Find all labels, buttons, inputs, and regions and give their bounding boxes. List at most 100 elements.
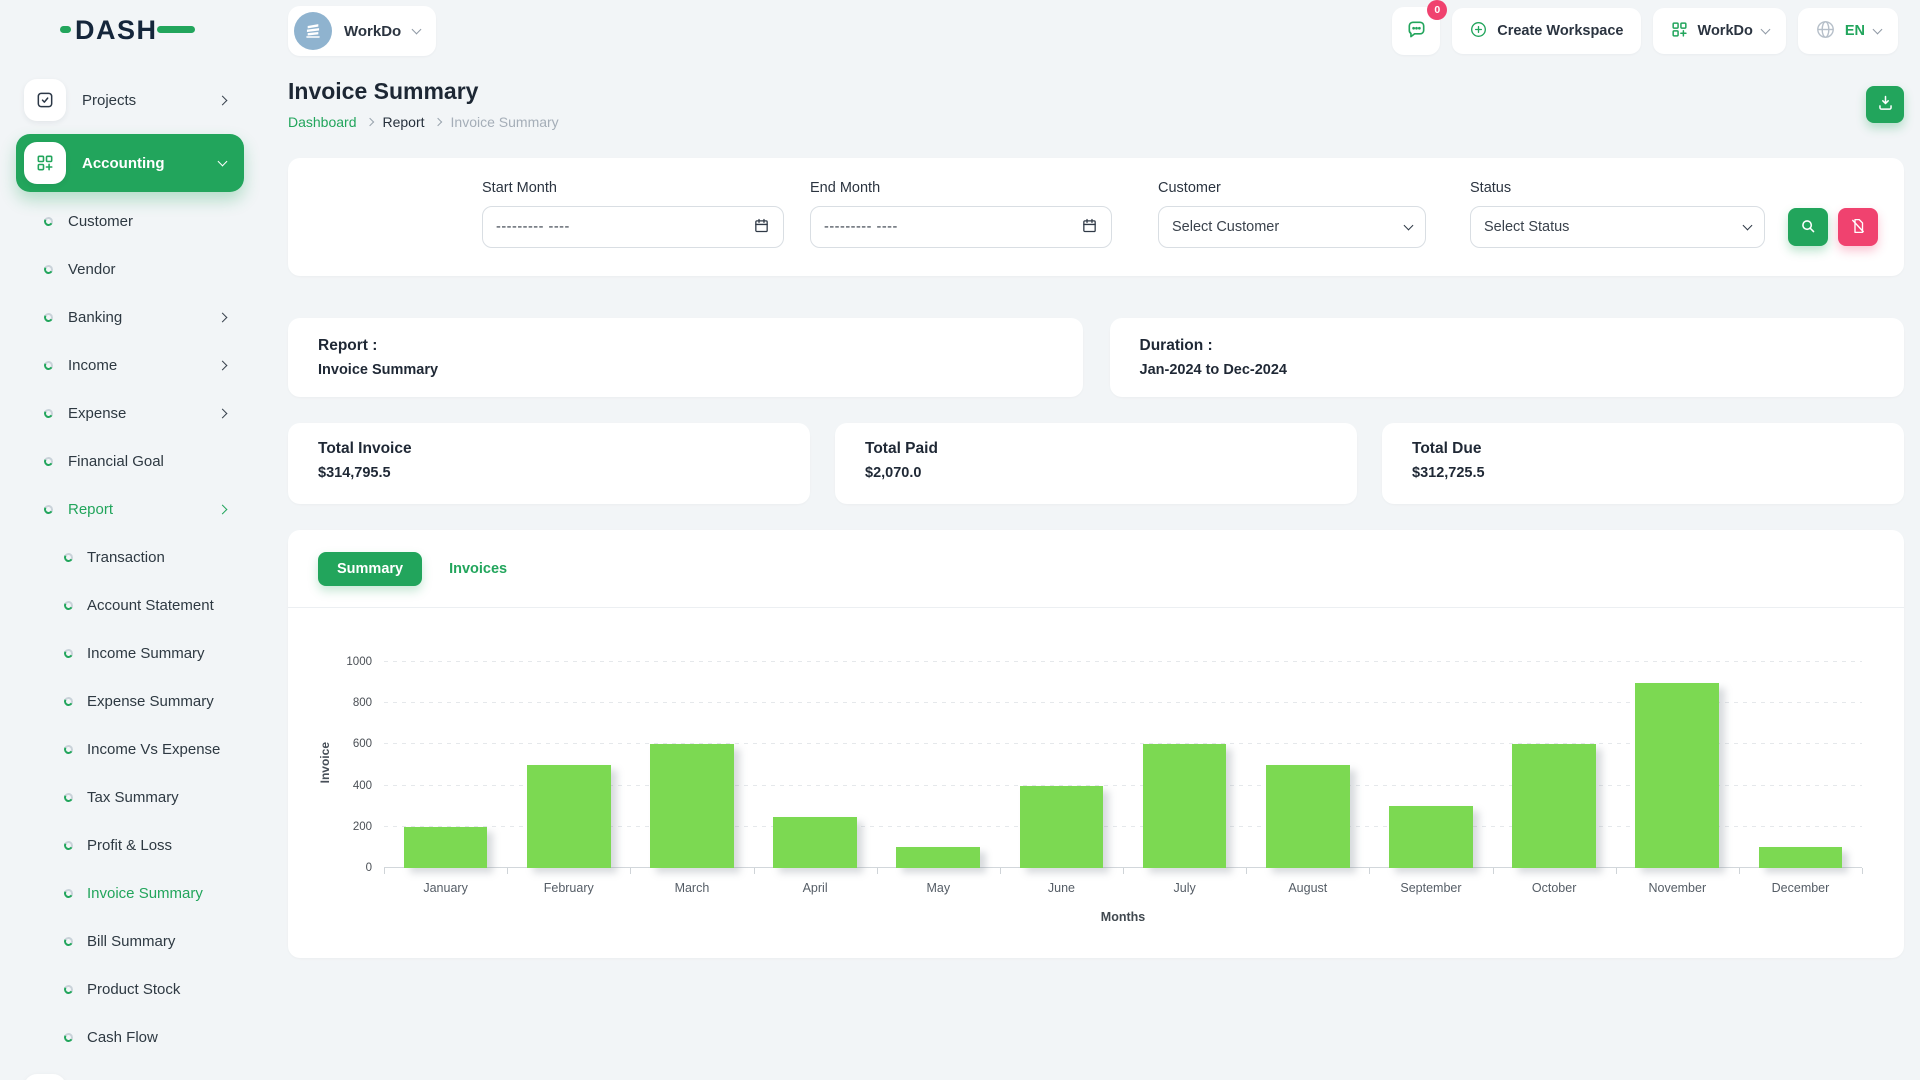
bullet-icon: [63, 599, 74, 610]
search-icon: [1799, 217, 1817, 238]
total-due-value: $312,725.5: [1412, 465, 1874, 481]
sidebar-item-label: Bill Summary: [87, 933, 175, 950]
breadcrumb-dashboard[interactable]: Dashboard: [288, 114, 357, 130]
y-tick-label: 0: [366, 862, 372, 874]
sidebar-item-customer[interactable]: Customer: [0, 197, 260, 245]
sidebar-item-income-summary[interactable]: Income Summary: [0, 629, 260, 677]
sidebar-item-income-vs-expense[interactable]: Income Vs Expense: [0, 725, 260, 773]
y-tick-label: 200: [353, 821, 372, 833]
bar-june: [1020, 786, 1104, 868]
x-axis-tick: [1616, 868, 1617, 874]
sidebar-item-banking[interactable]: Banking: [0, 293, 260, 341]
bullet-icon: [63, 695, 74, 706]
x-tick-label: June: [1000, 881, 1123, 895]
sidebar-item-label: Accounting: [82, 155, 165, 172]
bar-july: [1143, 744, 1227, 868]
sidebar-item-accounting[interactable]: Accounting: [16, 134, 244, 192]
bar-april: [773, 817, 857, 869]
customer-field: Customer Select Customer: [1158, 180, 1426, 248]
sidebar-item-label: Expense Summary: [87, 693, 214, 710]
sidebar-item-report[interactable]: Report: [0, 485, 260, 533]
sidebar-item-label: Expense: [68, 405, 126, 422]
status-label: Status: [1470, 180, 1765, 196]
download-button[interactable]: [1866, 86, 1904, 123]
workdo-menu-label: WorkDo: [1698, 23, 1753, 39]
x-tick-label: April: [754, 881, 877, 895]
chevron-right-icon: [433, 118, 441, 126]
sidebar-item-account-statement[interactable]: Account Statement: [0, 581, 260, 629]
sidebar-item-expense[interactable]: Expense: [0, 389, 260, 437]
y-tick-label: 600: [353, 738, 372, 750]
total-paid-value: $2,070.0: [865, 465, 1327, 481]
sidebar-item-vendor[interactable]: Vendor: [0, 245, 260, 293]
sidebar-nav: ProjectsAccountingCustomerVendorBankingI…: [0, 71, 260, 1080]
create-workspace-label: Create Workspace: [1497, 23, 1623, 39]
y-tick-label: 800: [353, 697, 372, 709]
sidebar-item-label: Profit & Loss: [87, 837, 172, 854]
start-month-label: Start Month: [482, 180, 784, 196]
messages-button[interactable]: 0: [1392, 7, 1440, 55]
calendar-icon[interactable]: [753, 217, 770, 238]
chevron-down-icon: [1873, 25, 1883, 35]
calendar-icon[interactable]: [1081, 217, 1098, 238]
create-workspace-button[interactable]: Create Workspace: [1452, 8, 1640, 54]
bar-slot-may: [877, 662, 1000, 868]
filter-card: Start Month --------- ---- End Month ---…: [288, 158, 1904, 276]
breadcrumb-report[interactable]: Report: [383, 114, 425, 130]
bullet-icon: [43, 311, 54, 322]
language-selector[interactable]: EN: [1798, 8, 1898, 54]
bar-slot-april: [754, 662, 877, 868]
bar-slot-june: [1000, 662, 1123, 868]
bar-february: [527, 765, 611, 868]
tab-invoices[interactable]: Invoices: [449, 561, 507, 577]
globe-icon: [1815, 19, 1836, 44]
bullet-icon: [63, 1031, 74, 1042]
sidebar-item-projects[interactable]: Projects: [16, 71, 244, 129]
sidebar-item-tax-summary[interactable]: Tax Summary: [0, 773, 260, 821]
chevron-down-icon: [1760, 25, 1770, 35]
bar-slot-august: [1246, 662, 1369, 868]
search-button[interactable]: [1788, 208, 1828, 246]
chart-plot-column: 02004006008001000 JanuaryFebruaryMarchAp…: [332, 662, 1862, 924]
sidebar-item-cash-flow[interactable]: Cash Flow: [0, 1013, 260, 1061]
sidebar-item-bill-summary[interactable]: Bill Summary: [0, 917, 260, 965]
hrm-icon: [24, 1074, 66, 1080]
sidebar-item-transaction[interactable]: Transaction: [0, 533, 260, 581]
sidebar-item-expense-summary[interactable]: Expense Summary: [0, 677, 260, 725]
workspace-selector[interactable]: WorkDo: [288, 6, 436, 56]
total-due-card: Total Due $312,725.5: [1382, 423, 1904, 504]
file-slash-icon: [1849, 217, 1867, 238]
bar-august: [1266, 765, 1350, 868]
bar-october: [1512, 744, 1596, 868]
report-card: Report : Invoice Summary: [288, 318, 1083, 397]
sidebar-item-profit-loss[interactable]: Profit & Loss: [0, 821, 260, 869]
tabs: Summary Invoices: [288, 552, 1904, 586]
start-month-input[interactable]: --------- ----: [482, 206, 784, 248]
status-select[interactable]: Select Status: [1470, 206, 1765, 248]
sidebar-item-financial-goal[interactable]: Financial Goal: [0, 437, 260, 485]
sidebar-item-income[interactable]: Income: [0, 341, 260, 389]
customer-select[interactable]: Select Customer: [1158, 206, 1426, 248]
report-card-title: Report :: [318, 337, 1053, 355]
main-content: Invoice Summary Dashboard Report Invoice…: [260, 62, 1920, 1080]
topbar-actions: 0 Create Workspace WorkDo: [1392, 7, 1898, 55]
sidebar-item-invoice-summary[interactable]: Invoice Summary: [0, 869, 260, 917]
grid-plus-icon: [1670, 20, 1689, 43]
end-month-input[interactable]: --------- ----: [810, 206, 1112, 248]
bar-september: [1389, 806, 1473, 868]
sidebar-item-label: Income Summary: [87, 645, 205, 662]
bullet-icon: [63, 983, 74, 994]
reset-button[interactable]: [1838, 208, 1878, 246]
x-axis-tick: [1369, 868, 1370, 874]
bar-slot-november: [1616, 662, 1739, 868]
sidebar-item-product-stock[interactable]: Product Stock: [0, 965, 260, 1013]
chart-card: Summary Invoices Invoice 020040060080010…: [288, 530, 1904, 958]
workdo-menu-button[interactable]: WorkDo: [1653, 8, 1786, 54]
svg-text:DASH: DASH: [75, 15, 158, 45]
x-tick-label: January: [384, 881, 507, 895]
sidebar-item-hrm[interactable]: HRM: [16, 1066, 244, 1080]
tab-summary[interactable]: Summary: [318, 552, 422, 586]
chart-x-labels: JanuaryFebruaryMarchAprilMayJuneJulyAugu…: [384, 881, 1862, 895]
chat-icon: [1405, 18, 1428, 44]
bar-slot-september: [1369, 662, 1492, 868]
